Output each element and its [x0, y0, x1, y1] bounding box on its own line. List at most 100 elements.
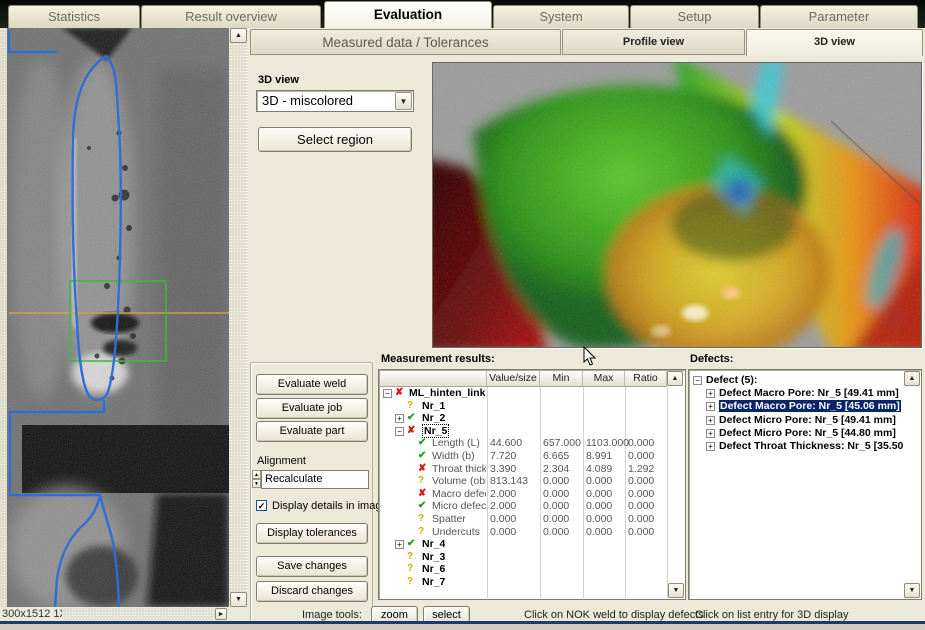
expand-icon[interactable]: + [706, 442, 715, 451]
3d-surface-render [433, 63, 921, 347]
scroll-right-button[interactable]: ► [215, 608, 227, 620]
expand-icon[interactable]: + [706, 416, 715, 425]
tab-measured-data-tolerances[interactable]: Measured data / Tolerances [250, 29, 561, 55]
tab-profile-view[interactable]: Profile view [562, 29, 745, 55]
defect-label[interactable]: Defect Macro Pore: Nr_5 [49.41 mm] [719, 387, 899, 399]
scroll-up-button[interactable]: ▲ [904, 371, 920, 386]
tab-result-overview[interactable]: Result overview [141, 5, 321, 28]
expand-icon[interactable]: + [395, 540, 404, 549]
3d-mode-dropdown[interactable]: 3D - miscolored ▼ [256, 90, 414, 112]
header-max[interactable]: Max [583, 371, 625, 387]
row-label[interactable]: Throat thickness (s [432, 463, 486, 475]
evaluate-part-button[interactable]: Evaluate part [256, 421, 368, 442]
save-changes-button[interactable]: Save changes [256, 556, 368, 577]
discard-changes-button[interactable]: Discard changes [256, 581, 368, 602]
defect-label[interactable]: Defect Macro Pore: Nr_5 [45.06 mm] [719, 400, 901, 412]
measurement-row[interactable]: ?Nr_6 [380, 563, 668, 576]
expand-icon[interactable]: + [706, 402, 715, 411]
scroll-down-button[interactable]: ▼ [904, 583, 920, 598]
row-label[interactable]: Nr_3 [422, 551, 445, 563]
expand-icon[interactable]: + [706, 429, 715, 438]
cell-value: 1103.000 [586, 437, 629, 449]
row-label[interactable]: Micro defects (Pore [432, 500, 486, 512]
measurement-row[interactable]: ✘Macro defects (Por2.0000.0000.0000.000 [380, 488, 668, 501]
cell-value: 0.000 [628, 475, 654, 487]
measurement-row[interactable]: ✔Width (b)7.7206.6658.9910.000 [380, 450, 668, 463]
defect-row[interactable]: + Defect Macro Pore: Nr_5 [45.06 mm] [692, 400, 903, 413]
tab-parameter[interactable]: Parameter [760, 5, 918, 28]
measurement-row[interactable]: ✔Micro defects (Pore2.0000.0000.0000.000 [380, 500, 668, 513]
measurement-row[interactable]: ?Spatter0.0000.0000.0000.000 [380, 513, 668, 526]
defect-row[interactable]: + Defect Throat Thickness: Nr_5 [35.50 mm… [692, 440, 903, 453]
spin-up-icon[interactable]: ▲ [252, 470, 261, 479]
scroll-up-button[interactable]: ▲ [230, 28, 247, 43]
weld-image[interactable] [7, 28, 229, 607]
defect-row[interactable]: + Defect Macro Pore: Nr_5 [49.41 mm] [692, 387, 903, 400]
tab-statistics[interactable]: Statistics [8, 5, 140, 28]
measurement-row[interactable]: ✘Throat thickness (s3.3902.3044.0891.292 [380, 463, 668, 476]
row-label[interactable]: Nr_7 [422, 576, 445, 588]
header-min[interactable]: Min [540, 371, 583, 387]
scroll-down-button[interactable]: ▼ [230, 592, 247, 607]
defect-label[interactable]: Defect Micro Pore: Nr_5 [49.41 mm] [719, 414, 896, 426]
question-status-icon: ? [418, 526, 424, 537]
measurement-row[interactable]: ? Nr_1 [380, 400, 668, 413]
row-label[interactable]: Spatter [432, 513, 466, 525]
measurement-row[interactable]: −✘Nr_5 [380, 425, 668, 438]
evaluate-weld-button[interactable]: Evaluate weld [256, 374, 368, 395]
collapse-icon[interactable]: − [383, 389, 392, 398]
display-tolerances-button[interactable]: Display tolerances [256, 523, 368, 544]
image-vertical-scrollbar[interactable] [230, 28, 247, 607]
cross-status-icon: ✘ [395, 387, 403, 398]
measurement-row[interactable]: ?Nr_3 [380, 551, 668, 564]
defect-label[interactable]: Defect Micro Pore: Nr_5 [44.80 mm] [719, 427, 896, 439]
row-label[interactable]: Undercuts [432, 526, 480, 538]
collapse-icon[interactable]: − [395, 427, 404, 436]
header-value-size[interactable]: Value/size [487, 371, 540, 387]
defect-row[interactable]: + Defect Micro Pore: Nr_5 [49.41 mm] [692, 414, 903, 427]
3d-render-panel[interactable] [432, 62, 922, 348]
defect-row[interactable]: −Defect (5): [692, 374, 903, 387]
collapse-icon[interactable]: − [693, 376, 702, 385]
measurement-row[interactable]: ?Nr_7 [380, 576, 668, 589]
row-label[interactable]: Length (L) [432, 437, 480, 449]
scroll-up-button[interactable]: ▲ [667, 371, 683, 386]
measurement-row[interactable]: ?Undercuts0.0000.0000.0000.000 [380, 526, 668, 539]
expand-icon[interactable]: + [395, 414, 404, 423]
header-ratio[interactable]: Ratio [625, 371, 667, 387]
row-label[interactable]: Nr_2 [422, 412, 445, 424]
row-label[interactable]: ML_hinten_links [409, 387, 486, 399]
row-label[interactable]: Nr_5 [422, 424, 449, 438]
cell-value: 0.000 [628, 526, 654, 538]
question-status-icon: ? [407, 400, 413, 411]
measurement-row[interactable]: −✘ ML_hinten_links [380, 387, 668, 400]
expand-icon[interactable]: + [706, 389, 715, 398]
row-label[interactable]: Volume (obsolete) [432, 475, 486, 487]
cell-value: 0.000 [628, 513, 654, 525]
defect-label[interactable]: Defect Throat Thickness: Nr_5 [35.50 mm] [719, 440, 903, 452]
row-label[interactable]: Macro defects (Por [432, 488, 486, 500]
tab-system[interactable]: System [493, 5, 629, 28]
tab-evaluation[interactable]: Evaluation [324, 1, 492, 28]
select-region-button[interactable]: Select region [258, 127, 412, 152]
row-label[interactable]: Nr_1 [422, 400, 445, 412]
tab-3d-view[interactable]: 3D view [746, 29, 923, 56]
evaluate-job-button[interactable]: Evaluate job [256, 398, 368, 419]
measurement-row[interactable]: ?Volume (obsolete)813.1430.0000.0000.000 [380, 475, 668, 488]
scroll-down-button[interactable]: ▼ [668, 583, 684, 598]
alignment-spinner[interactable]: ▲ ▼ Recalculate [252, 470, 369, 489]
image-horizontal-scrollbar[interactable] [62, 608, 215, 620]
measurement-row[interactable]: ✔Length (L)44.600657.0001103.0000.000 [380, 437, 668, 450]
cell-value: 0.000 [586, 513, 612, 525]
defect-label[interactable]: Defect (5): [706, 374, 757, 386]
row-label[interactable]: Nr_4 [422, 538, 445, 550]
tab-setup[interactable]: Setup [630, 5, 759, 28]
spin-down-icon[interactable]: ▼ [252, 479, 261, 488]
measurement-row[interactable]: +✔Nr_4 [380, 538, 668, 551]
chevron-down-icon[interactable]: ▼ [395, 92, 412, 110]
display-details-checkbox[interactable]: ✓ [256, 500, 267, 511]
row-label[interactable]: Nr_6 [422, 563, 445, 575]
alignment-value-field[interactable]: Recalculate [261, 470, 369, 489]
defect-row[interactable]: + Defect Micro Pore: Nr_5 [44.80 mm] [692, 427, 903, 440]
row-label[interactable]: Width (b) [432, 450, 475, 462]
